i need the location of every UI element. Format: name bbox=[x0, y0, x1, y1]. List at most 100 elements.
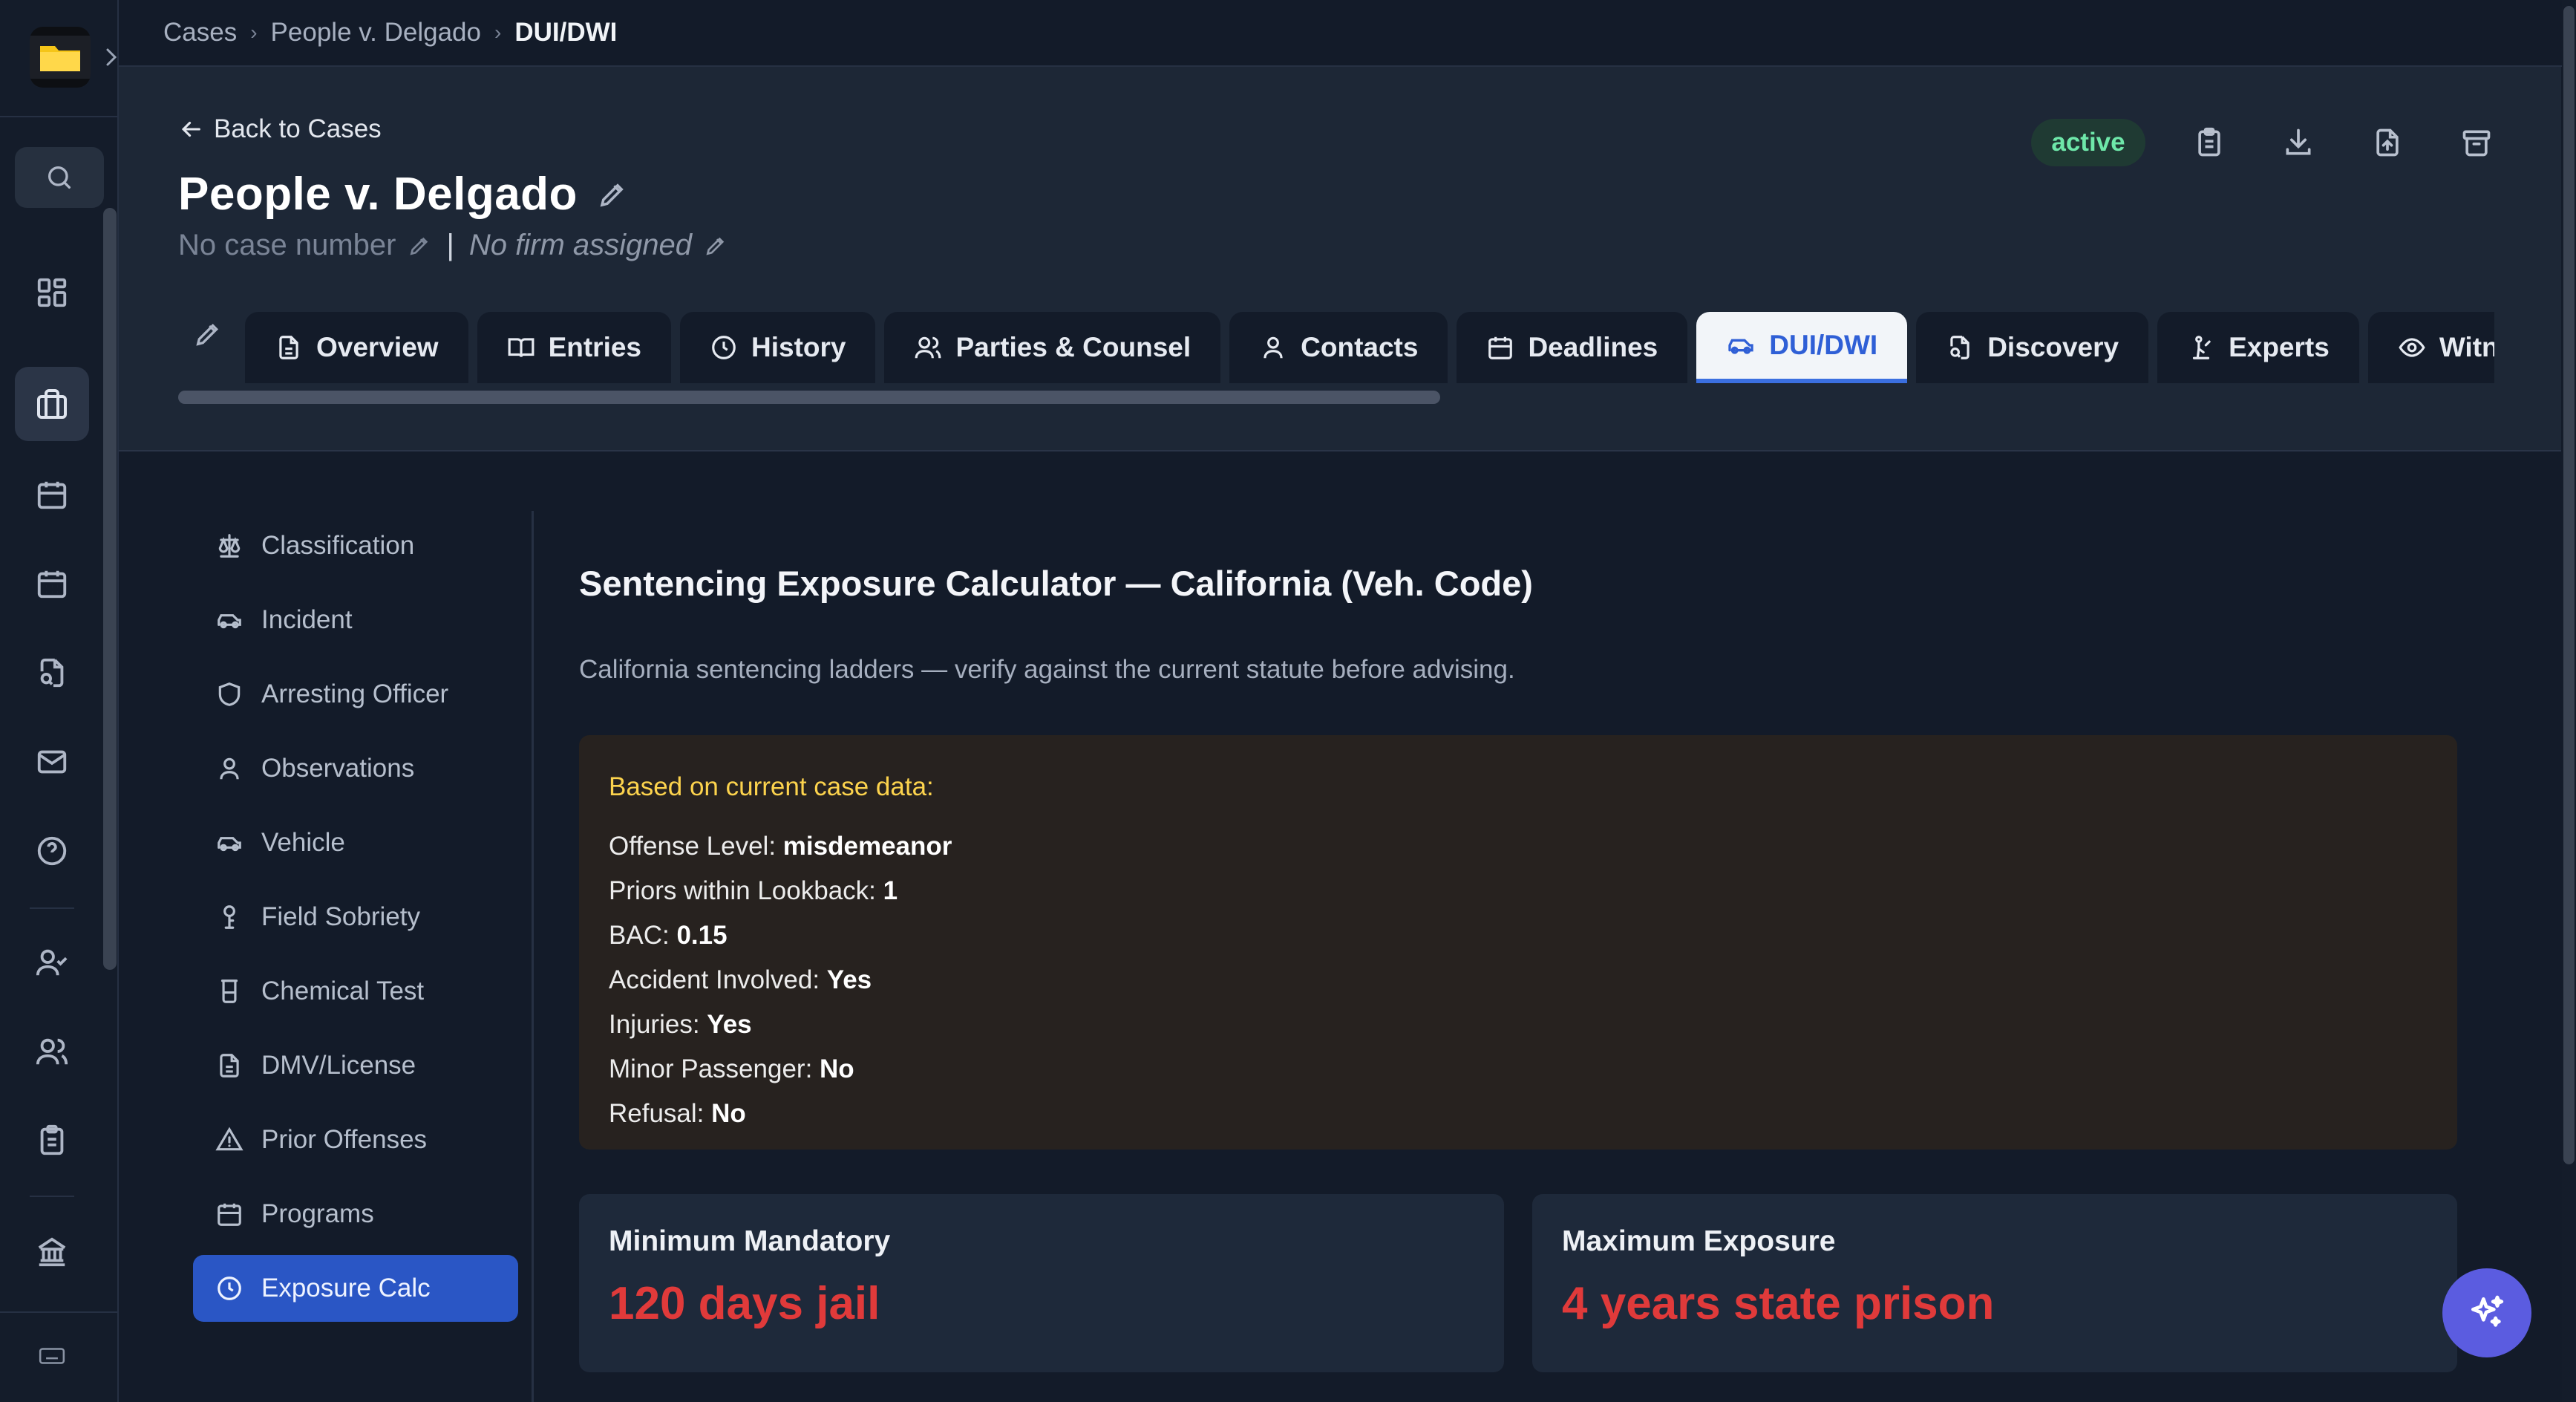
case-number: No case number bbox=[178, 229, 396, 261]
tabs-scrollbar[interactable] bbox=[178, 391, 1440, 404]
breadcrumb-cases[interactable]: Cases bbox=[163, 18, 237, 48]
user-icon bbox=[1264, 336, 1283, 359]
page-scrollbar[interactable] bbox=[2562, 0, 2576, 1402]
subnav-vehicle[interactable]: Vehicle bbox=[193, 809, 518, 876]
case-header: Back to Cases People v. Delgado No case … bbox=[119, 67, 2561, 451]
chevron-right-icon[interactable] bbox=[104, 46, 119, 68]
subnav-label: Vehicle bbox=[261, 828, 345, 857]
expert-icon bbox=[2192, 336, 2211, 359]
clock-icon bbox=[712, 336, 736, 359]
page-title: People v. Delgado bbox=[178, 169, 578, 220]
calendar-icon bbox=[1488, 336, 1513, 359]
tab-label: Entries bbox=[548, 332, 641, 362]
subnav-field-sobriety[interactable]: Field Sobriety bbox=[193, 884, 518, 951]
car-icon bbox=[1728, 339, 1753, 354]
tab-overview[interactable]: Overview bbox=[245, 312, 468, 383]
status-badge: active bbox=[2031, 119, 2145, 166]
subnav-classification[interactable]: Classification bbox=[193, 512, 518, 579]
subnav-label: Exposure Calc bbox=[261, 1274, 431, 1302]
tab-deadlines[interactable]: Deadlines bbox=[1457, 312, 1688, 383]
document-icon bbox=[279, 336, 298, 359]
sparkles-icon bbox=[2471, 1295, 2504, 1327]
case-data-row: Injuries: Yes bbox=[609, 1010, 752, 1039]
beaker-icon bbox=[220, 979, 238, 1003]
arrow-left-icon bbox=[181, 121, 200, 137]
tab-label: Experts bbox=[2229, 332, 2330, 362]
case-data-row: Refusal: No bbox=[609, 1099, 746, 1128]
pencil-icon[interactable] bbox=[408, 234, 431, 258]
maximum-label: Maximum Exposure bbox=[1562, 1225, 1836, 1257]
subnav-label: DMV/License bbox=[261, 1051, 416, 1080]
archive-icon[interactable] bbox=[2453, 119, 2500, 166]
pencil-icon[interactable] bbox=[704, 234, 728, 258]
subnav-programs[interactable]: Programs bbox=[193, 1181, 518, 1248]
document-icon bbox=[220, 1054, 239, 1077]
case-data-row: BAC: 0.15 bbox=[609, 921, 728, 950]
briefcase-icon[interactable] bbox=[15, 367, 89, 441]
subnav-chemical-test[interactable]: Chemical Test bbox=[193, 958, 518, 1025]
dashboard-icon[interactable] bbox=[15, 255, 89, 330]
courthouse-icon[interactable] bbox=[15, 1215, 89, 1289]
calendar-grid-icon[interactable] bbox=[15, 547, 89, 621]
minimum-mandatory-card: Minimum Mandatory 120 days jail bbox=[579, 1194, 1504, 1372]
minimum-label: Minimum Mandatory bbox=[609, 1225, 891, 1257]
mail-icon[interactable] bbox=[15, 725, 89, 799]
tab-history[interactable]: History bbox=[680, 312, 876, 383]
ai-assistant-button[interactable] bbox=[2442, 1268, 2531, 1357]
clipboard-icon[interactable] bbox=[15, 1103, 89, 1178]
edit-tabs-icon[interactable] bbox=[186, 312, 230, 356]
subnav-observations[interactable]: Observations bbox=[193, 735, 518, 802]
document-search-icon[interactable] bbox=[15, 636, 89, 710]
scale-icon bbox=[218, 534, 241, 558]
tab-contacts[interactable]: Contacts bbox=[1229, 312, 1448, 383]
subnav-label: Incident bbox=[261, 605, 353, 634]
tab-discovery[interactable]: Discovery bbox=[1916, 312, 2149, 383]
case-data-panel: Based on current case data: Offense Leve… bbox=[579, 735, 2457, 1150]
keyboard-icon[interactable] bbox=[15, 1320, 89, 1392]
chevron-right-icon: › bbox=[250, 21, 258, 44]
subnav-incident[interactable]: Incident bbox=[193, 587, 518, 653]
search-icon[interactable] bbox=[15, 147, 104, 208]
tab-witnesses[interactable]: Witnesses bbox=[2367, 312, 2494, 383]
subnav-arresting-officer[interactable]: Arresting Officer bbox=[193, 661, 518, 728]
divider bbox=[532, 511, 534, 1402]
user-check-icon[interactable] bbox=[15, 925, 89, 1000]
tab-label: Witnesses bbox=[2439, 332, 2494, 362]
subnav-exposure-calc[interactable]: Exposure Calc bbox=[193, 1255, 518, 1322]
users-icon bbox=[915, 336, 941, 359]
case-data-caption: Based on current case data: bbox=[609, 772, 934, 801]
tab-entries[interactable]: Entries bbox=[477, 312, 671, 383]
subnav-dmv-license[interactable]: DMV/License bbox=[193, 1032, 518, 1099]
breadcrumb-current: DUI/DWI bbox=[514, 18, 618, 47]
file-upload-icon[interactable] bbox=[2364, 119, 2411, 166]
car-icon bbox=[218, 837, 241, 852]
case-data-row: Accident Involved: Yes bbox=[609, 965, 872, 994]
subnav-label: Programs bbox=[261, 1199, 374, 1228]
pencil-icon[interactable] bbox=[597, 179, 628, 210]
tab-parties-counsel[interactable]: Parties & Counsel bbox=[884, 312, 1221, 383]
download-icon[interactable] bbox=[2275, 119, 2322, 166]
clipboard-list-icon[interactable] bbox=[2186, 119, 2233, 166]
separator: | bbox=[446, 229, 454, 261]
calendar-icon[interactable] bbox=[15, 457, 89, 532]
dui-subnav: Classification Incident Arresting Office… bbox=[193, 512, 518, 1329]
case-data-row: Priors within Lookback: 1 bbox=[609, 876, 898, 905]
tab-label: Deadlines bbox=[1528, 332, 1658, 362]
subnav-prior-offenses[interactable]: Prior Offenses bbox=[193, 1106, 518, 1173]
help-icon[interactable] bbox=[15, 814, 89, 888]
tab-label: Parties & Counsel bbox=[955, 332, 1191, 362]
calculator-note: California sentencing ladders — verify a… bbox=[579, 655, 1515, 684]
file-search-icon bbox=[1950, 336, 1969, 359]
rail-scrollbar[interactable] bbox=[103, 208, 117, 970]
tab-label: Overview bbox=[316, 332, 439, 362]
case-data-row: Offense Level: misdemeanor bbox=[609, 832, 952, 861]
book-icon bbox=[508, 338, 534, 357]
user-icon bbox=[220, 757, 239, 780]
back-to-cases-link[interactable]: Back to Cases bbox=[178, 114, 382, 144]
test-icon bbox=[223, 905, 235, 929]
tab-experts[interactable]: Experts bbox=[2157, 312, 2359, 383]
users-icon[interactable] bbox=[15, 1014, 89, 1089]
breadcrumb-case[interactable]: People v. Delgado bbox=[271, 18, 481, 48]
folder-logo[interactable] bbox=[30, 27, 91, 88]
tab-dui-dwi[interactable]: DUI/DWI bbox=[1696, 312, 1908, 383]
